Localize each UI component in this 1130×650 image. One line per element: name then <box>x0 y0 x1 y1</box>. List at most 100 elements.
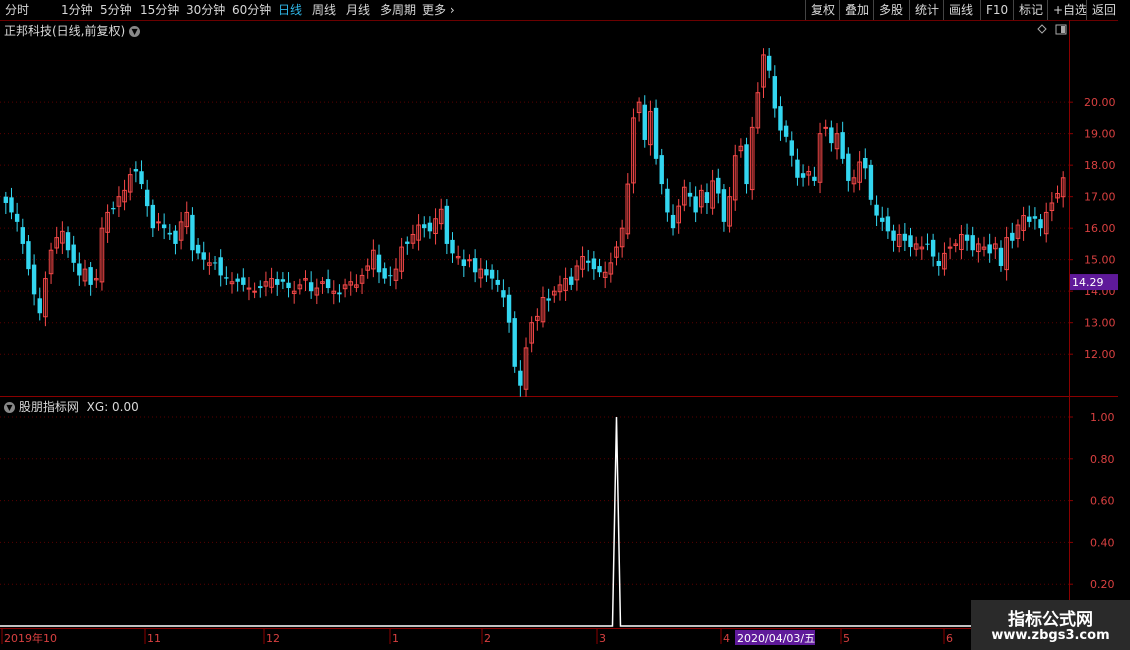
watermark-url: www.zbgs3.com <box>991 628 1110 643</box>
date-tick-label: 11 <box>147 632 161 645</box>
candle-body <box>88 267 93 285</box>
candle-body <box>789 140 794 156</box>
candle-body <box>308 282 314 292</box>
candle-body <box>9 197 14 213</box>
candle-body <box>1027 216 1032 222</box>
candle-body <box>201 252 206 260</box>
indicator-tick-label: 1.00 <box>1090 411 1115 424</box>
indicator-tick-label: 0.60 <box>1090 495 1115 508</box>
candle-body <box>3 196 9 203</box>
candle-body <box>65 232 71 251</box>
candle-body <box>161 224 167 229</box>
candle-body <box>885 216 891 232</box>
candle-body <box>936 260 941 266</box>
candle-body <box>766 55 772 71</box>
candle-body <box>998 247 1004 266</box>
date-tick-label: 12 <box>266 632 280 645</box>
candle-body <box>902 233 908 241</box>
candle-body <box>653 107 659 159</box>
candle-body <box>405 241 410 244</box>
candle-body <box>670 214 676 229</box>
price-axis: 12.0013.0014.0015.0016.0017.0018.0019.00… <box>1037 24 1118 591</box>
candle-body <box>512 318 517 367</box>
indicator-tick-label: 0.40 <box>1090 536 1115 549</box>
candle-body <box>591 258 597 270</box>
candle-body <box>930 239 936 257</box>
candle-body <box>659 155 664 185</box>
candle-body <box>427 222 433 232</box>
candle-body <box>275 279 280 285</box>
indicator-name: 股朋指标网 <box>18 400 79 414</box>
candle-body <box>195 244 201 254</box>
indicator-tick-label: 0.80 <box>1090 453 1115 466</box>
candle-body <box>472 258 478 273</box>
candle-body <box>665 188 670 213</box>
candle-body <box>868 164 874 200</box>
diamond-icon <box>1037 24 1047 34</box>
candle-body <box>800 173 806 178</box>
candle-body <box>795 159 800 178</box>
candle-body <box>235 278 240 282</box>
date-tick-label: 2019年10 <box>4 631 57 645</box>
candle-body <box>783 125 789 137</box>
candle-body <box>139 171 144 185</box>
candle-body <box>489 269 495 279</box>
price-tick-label: 17.00 <box>1084 191 1116 204</box>
candle-body <box>37 298 42 314</box>
candle-body <box>586 260 591 263</box>
price-tick-label: 15.00 <box>1084 254 1116 267</box>
candle-body <box>597 266 602 273</box>
candle-body <box>133 169 139 172</box>
candle-body <box>846 153 851 181</box>
candle-body <box>461 259 467 266</box>
indicator-value: XG: 0.00 <box>86 400 139 414</box>
right-side-strip <box>1118 20 1130 650</box>
date-tick-label: 1 <box>392 632 399 645</box>
candle-body <box>704 192 710 203</box>
candle-body <box>495 279 500 285</box>
chevron-down-icon[interactable]: ▼ <box>4 402 15 413</box>
candle-body <box>506 294 512 323</box>
candle-body <box>252 290 257 293</box>
candle-body <box>258 286 263 289</box>
candle-body <box>280 279 286 282</box>
date-axis: 2019年10 11 12 1 2 3 4 5 62020/04/03/五 <box>1 629 953 645</box>
candle-body <box>286 282 291 289</box>
candle-body <box>1010 232 1015 241</box>
candle-body <box>156 221 161 224</box>
chart-canvas: 12.0013.0014.0015.0016.0017.0018.0019.00… <box>0 20 1118 645</box>
candle-body <box>721 189 727 222</box>
price-tick-label: 16.00 <box>1084 222 1116 235</box>
candle-body <box>874 204 879 216</box>
watermark: 指标公式网 www.zbgs3.com <box>971 600 1130 650</box>
candle-body <box>422 224 427 229</box>
candle-body <box>716 177 721 194</box>
candle-body <box>14 213 20 222</box>
chevron-down-icon[interactable]: ▼ <box>129 26 141 37</box>
price-tick-label: 19.00 <box>1084 128 1116 141</box>
current-price-label: 14.29 <box>1072 276 1104 289</box>
candle-body <box>190 214 195 251</box>
candle-body <box>167 232 173 235</box>
date-tick-label: 2 <box>484 632 491 645</box>
date-tick-label: 6 <box>946 632 953 645</box>
candle-body <box>1032 216 1038 219</box>
candle-body <box>744 144 749 185</box>
candle-body <box>987 244 992 254</box>
price-tick-label: 12.00 <box>1084 348 1116 361</box>
candle-body <box>450 239 455 254</box>
candle-body <box>812 176 817 181</box>
candle-body <box>829 127 834 144</box>
candle-body <box>241 277 246 285</box>
candle-body <box>71 244 76 263</box>
candle-body <box>925 243 930 245</box>
candle-body <box>337 292 342 295</box>
candle-body <box>388 275 393 277</box>
price-tick-label: 13.00 <box>1084 317 1116 330</box>
candle-body <box>484 269 489 276</box>
price-tick-label: 18.00 <box>1084 159 1116 172</box>
candle-body <box>840 132 845 159</box>
candles-layer <box>3 47 1066 397</box>
candle-body <box>970 235 975 251</box>
candle-body <box>891 230 896 241</box>
